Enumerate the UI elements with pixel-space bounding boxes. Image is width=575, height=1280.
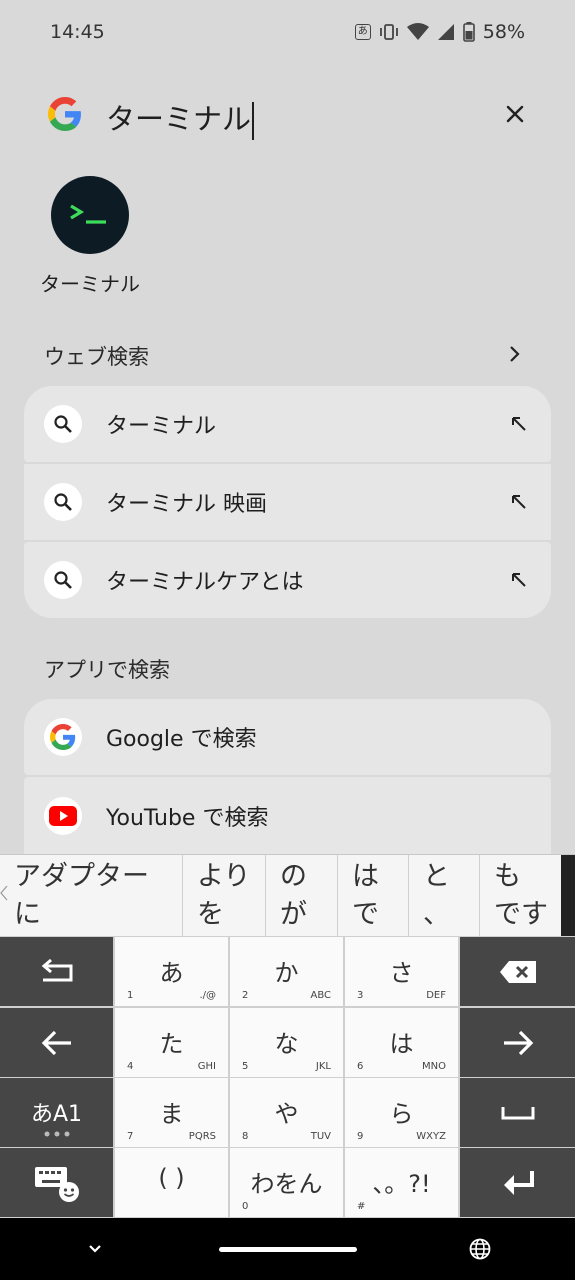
- home-handle[interactable]: [219, 1247, 357, 1252]
- google-logo-icon: [48, 97, 81, 131]
- web-suggestion-item[interactable]: ターミナルケアとは: [24, 542, 551, 618]
- suggestion-text: ターミナル 映画: [106, 492, 267, 517]
- key-ta[interactable]: た 4 GHI: [115, 1008, 228, 1077]
- space-icon: [501, 1106, 534, 1119]
- key-ka[interactable]: か 2 ABC: [230, 937, 343, 1006]
- terminal-icon: [51, 176, 129, 254]
- key-ya[interactable]: や 8 TUV: [230, 1078, 343, 1147]
- text-caret: [252, 102, 255, 140]
- key-paren[interactable]: ( ): [115, 1148, 228, 1217]
- ime-candidate[interactable]: よりを: [182, 855, 265, 937]
- google-icon: [44, 718, 82, 756]
- ime-keyboard: あ 1 ./@ か 2 ABC さ 3 DEF た 4 GHI な 5 JKL は 6 MNO あA1 …: [0, 936, 575, 1218]
- language-switch-icon[interactable]: [469, 1238, 491, 1260]
- fill-query-arrow-icon[interactable]: [509, 570, 529, 590]
- input-mode-key[interactable]: あA1: [0, 1078, 113, 1147]
- app-result-terminal[interactable]: ターミナル: [30, 176, 150, 297]
- clear-search-button[interactable]: [501, 100, 529, 128]
- suggestion-text: ターミナルケアとは: [106, 570, 304, 595]
- search-input[interactable]: ターミナル: [106, 96, 255, 140]
- ime-suggestion-bar: アダプターに よりを のが はで と、 もです: [0, 854, 575, 937]
- app-search-list: Google で検索 YouTube で検索: [24, 699, 551, 856]
- key-a[interactable]: あ 1 ./@: [115, 937, 228, 1006]
- ime-candidate[interactable]: アダプターに: [0, 855, 182, 937]
- key-ra[interactable]: ら 9 WXYZ: [345, 1078, 458, 1147]
- wifi-icon: [406, 23, 429, 40]
- ime-candidate[interactable]: のが: [265, 855, 337, 937]
- search-icon: [44, 405, 82, 443]
- ime-candidate[interactable]: はで: [337, 855, 408, 937]
- search-bar[interactable]: ターミナル: [0, 90, 575, 140]
- key-na[interactable]: な 5 JKL: [230, 1008, 343, 1077]
- undo-icon: [41, 958, 72, 981]
- cursor-right-key[interactable]: [460, 1008, 575, 1077]
- key-ma[interactable]: ま 7 PQRS: [115, 1078, 228, 1147]
- youtube-search-label: YouTube で検索: [106, 805, 269, 831]
- backspace-icon: [499, 960, 536, 983]
- youtube-icon: [44, 796, 82, 835]
- navigation-bar: [0, 1218, 575, 1280]
- app-label: ターミナル: [40, 272, 140, 296]
- cursor-left-key[interactable]: [0, 1008, 113, 1077]
- backspace-key[interactable]: [460, 937, 575, 1006]
- google-search-item[interactable]: Google で検索: [24, 699, 551, 775]
- key-wa[interactable]: わをん 0: [230, 1148, 343, 1217]
- battery-icon: [462, 22, 475, 42]
- fill-query-arrow-icon[interactable]: [509, 414, 529, 434]
- app-search-title: アプリで検索: [44, 658, 170, 682]
- web-suggestion-item[interactable]: ターミナル: [24, 386, 551, 462]
- enter-key[interactable]: [460, 1148, 575, 1217]
- web-suggestion-item[interactable]: ターミナル 映画: [24, 464, 551, 540]
- key-punctuation[interactable]: 、。?! #: [345, 1148, 458, 1217]
- keyboard-settings-key[interactable]: [0, 1148, 113, 1217]
- web-search-more-icon[interactable]: [503, 343, 525, 365]
- status-bar: 14:45 あ 58%: [0, 0, 575, 64]
- status-icons: あ 58%: [354, 21, 525, 43]
- signal-icon: [437, 24, 454, 40]
- more-dots-icon: [44, 1131, 69, 1137]
- search-icon: [44, 483, 82, 521]
- status-time: 14:45: [50, 21, 105, 43]
- key-sa[interactable]: さ 3 DEF: [345, 937, 458, 1006]
- youtube-search-item[interactable]: YouTube で検索: [24, 777, 551, 854]
- space-key[interactable]: [460, 1078, 575, 1147]
- search-icon: [44, 561, 82, 599]
- arrow-left-icon: [41, 1030, 71, 1055]
- suggestion-text: ターミナル: [106, 414, 217, 439]
- input-mode-label: あA1: [30, 1102, 83, 1127]
- ime-candidate[interactable]: と、: [408, 855, 479, 937]
- suggestion-bar-edge: [561, 855, 575, 937]
- fill-query-arrow-icon[interactable]: [509, 492, 529, 512]
- web-search-list: ターミナル ターミナル 映画 ターミナルケアとは: [24, 386, 551, 618]
- enter-icon: [503, 1170, 534, 1195]
- undo-key[interactable]: [0, 937, 113, 1006]
- battery-percent: 58%: [482, 21, 525, 43]
- web-search-title: ウェブ検索: [44, 345, 149, 369]
- hide-keyboard-icon[interactable]: [86, 1240, 104, 1258]
- key-ha[interactable]: は 6 MNO: [345, 1008, 458, 1077]
- ime-indicator-icon: あ: [354, 24, 371, 40]
- google-search-label: Google で検索: [106, 727, 257, 752]
- ime-candidate[interactable]: もです: [479, 855, 561, 937]
- arrow-right-icon: [503, 1030, 533, 1055]
- search-query-text: ターミナル: [106, 102, 252, 136]
- keyboard-emoji-icon: [34, 1166, 79, 1202]
- vibrate-icon: [379, 24, 398, 40]
